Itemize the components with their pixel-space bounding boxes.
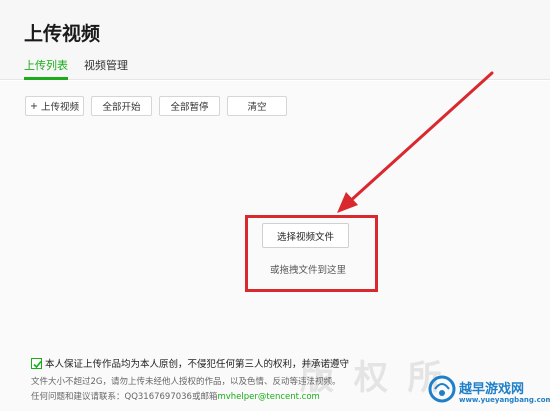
active-tab-indicator: [24, 77, 68, 80]
checkmark-icon: [33, 360, 42, 369]
tab-video-manage[interactable]: 视频管理: [84, 57, 128, 73]
drag-drop-hint: 或拖拽文件到这里: [269, 265, 346, 276]
page-title: 上传视频: [24, 23, 101, 45]
start-all-button[interactable]: 全部开始: [91, 96, 152, 116]
add-video-label: 上传视频: [40, 102, 79, 113]
agreement-checkbox[interactable]: [31, 358, 42, 369]
watermark-text: 越早游戏网: [459, 382, 525, 397]
agreement-text: 本人保证上传作品均为本人原创，不侵犯任何第三人的权利，并承诺遵守: [45, 359, 350, 370]
page-header: 上传视频 上传列表 视频管理: [0, 0, 550, 80]
add-video-button[interactable]: + 上传视频: [25, 96, 84, 116]
contact-prefix: 任何问题和建议请联系：QQ3167697036或邮箱: [31, 392, 218, 402]
upload-rules-note: 文件大小不超过2G，请勿上传未经他人授权的作品，以及色情、反动等违法视频。: [31, 377, 341, 387]
contact-email-link[interactable]: mvhelper@tencent.com: [217, 392, 319, 402]
watermark-logo-icon: [428, 375, 456, 403]
plus-icon: +: [30, 100, 38, 112]
watermark-url: www.yueyangbang.com: [459, 396, 550, 404]
pause-all-button[interactable]: 全部暂停: [159, 96, 220, 116]
contact-note: 任何问题和建议请联系：QQ3167697036或邮箱mvhelper@tence…: [31, 390, 320, 402]
tab-upload-list[interactable]: 上传列表: [24, 57, 68, 73]
select-video-file-button[interactable]: 选择视频文件: [262, 223, 349, 248]
clear-button[interactable]: 清空: [227, 96, 287, 116]
